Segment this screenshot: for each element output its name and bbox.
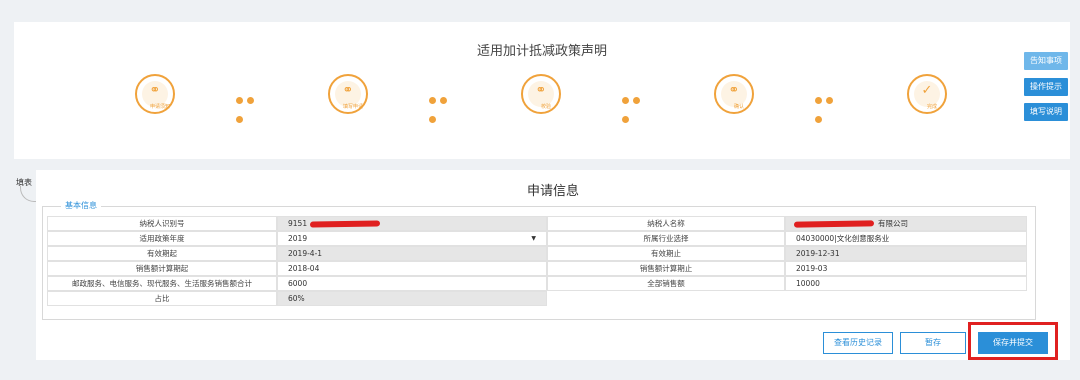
form-row: 适用政策年度 2019 ▼ 所属行业选择 04030000|文化创意服务业 <box>47 231 1031 246</box>
checkmark-icon: ✓ 完成 <box>914 81 940 110</box>
view-history-button[interactable]: 查看历史记录 <box>823 332 893 354</box>
instructions-button[interactable]: 填写说明 <box>1024 103 1068 121</box>
form-title: 申请信息 <box>526 184 579 199</box>
tips-button[interactable]: 操作提示 <box>1024 78 1068 96</box>
valid-to-label: 有效期止 <box>547 246 785 261</box>
link-icon: ⚭ 申请须知 <box>142 81 170 110</box>
valid-from-label: 有效期起 <box>47 246 277 261</box>
sales-period-start-field[interactable]: 2018-04 <box>277 261 547 276</box>
taxpayer-id-label: 纳税人识别号 <box>47 216 277 231</box>
form-row: 有效期起 2019-4-1 有效期止 2019-12-31 <box>47 246 1031 261</box>
notice-button[interactable]: 告知事项 <box>1024 52 1068 70</box>
sales-period-end-label: 销售额计算期止 <box>547 261 785 276</box>
link-icon: ⚭ 校验 <box>528 81 554 110</box>
valid-to-field: 2019-12-31 <box>785 246 1027 261</box>
progress-panel: 适用加计抵减政策声明 ⚭ 申请须知 ⚭ 填写申请 ⚭ 校验 ⚭ 确认 ✓ 完成 <box>14 22 1070 159</box>
highlight-box <box>968 322 1058 360</box>
step-connector <box>622 89 654 123</box>
ratio-label: 占比 <box>47 291 277 306</box>
industry-label: 所属行业选择 <box>547 231 785 246</box>
service-sales-total-label: 邮政服务、电信服务、现代服务、生活服务销售额合计 <box>47 276 277 291</box>
policy-year-label: 适用政策年度 <box>47 231 277 246</box>
redaction-mark <box>793 220 875 228</box>
step-connector <box>815 89 847 123</box>
taxpayer-id-field: 9151 <box>277 216 547 231</box>
redaction-mark <box>309 220 381 228</box>
industry-field[interactable]: 04030000|文化创意服务业 <box>785 231 1027 246</box>
save-draft-button[interactable]: 暂存 <box>900 332 966 354</box>
valid-from-field: 2019-4-1 <box>277 246 547 261</box>
step-connector <box>429 89 461 123</box>
link-icon: ⚭ 确认 <box>721 81 747 110</box>
basic-info-legend: 基本信息 <box>61 200 101 211</box>
total-sales-label: 全部销售额 <box>547 276 785 291</box>
policy-year-select[interactable]: 2019 ▼ <box>277 231 547 246</box>
step-fill-application: ⚭ 填写申请 <box>328 74 368 114</box>
service-sales-total-field[interactable]: 6000 <box>277 276 547 291</box>
form-row: 纳税人识别号 9151 纳税人名称 有限公司 <box>47 216 1031 231</box>
link-icon: ⚭ 填写申请 <box>335 81 363 110</box>
step-notice: ⚭ 申请须知 <box>135 74 175 114</box>
page-title: 适用加计抵减政策声明 <box>476 44 607 59</box>
application-form-panel: 申请信息 基本信息 纳税人识别号 9151 纳税人名称 有限公司 适用政策年度 … <box>36 170 1070 360</box>
caret-down-icon: ▼ <box>531 235 536 242</box>
form-row: 邮政服务、电信服务、现代服务、生活服务销售额合计 6000 全部销售额 1000… <box>47 276 1031 291</box>
ratio-field: 60% <box>277 291 547 306</box>
step-complete: ✓ 完成 <box>907 74 947 114</box>
step-validate: ⚭ 校验 <box>521 74 561 114</box>
step-connector <box>236 89 268 123</box>
total-sales-field[interactable]: 10000 <box>785 276 1027 291</box>
step-confirm: ⚭ 确认 <box>714 74 754 114</box>
sales-period-end-field[interactable]: 2019-03 <box>785 261 1027 276</box>
taxpayer-name-field: 有限公司 <box>785 216 1027 231</box>
form-row: 销售额计算期起 2018-04 销售额计算期止 2019-03 <box>47 261 1031 276</box>
sales-period-start-label: 销售额计算期起 <box>47 261 277 276</box>
basic-info-fieldset: 基本信息 纳税人识别号 9151 纳税人名称 有限公司 适用政策年度 2019 … <box>42 200 1036 320</box>
taxpayer-name-label: 纳税人名称 <box>547 216 785 231</box>
form-row: 占比 60% <box>47 291 1031 306</box>
